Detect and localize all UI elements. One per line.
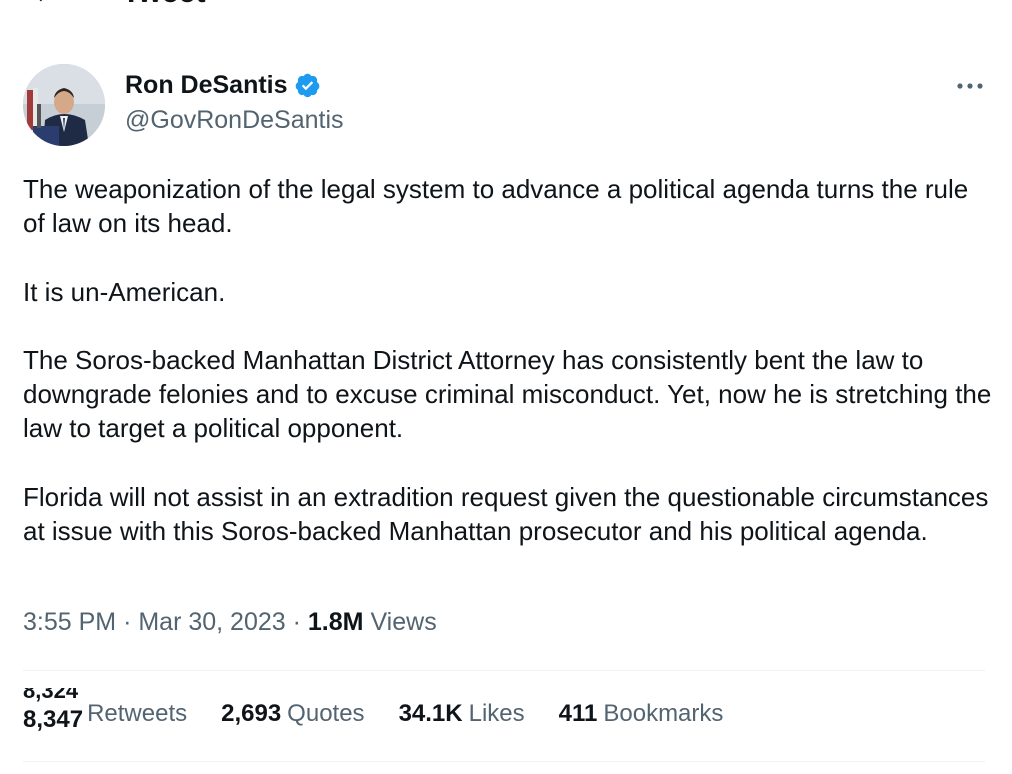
page-title: Tweet: [122, 0, 206, 10]
tweet-paragraph: Florida will not assist in an extraditio…: [23, 481, 989, 546]
tweet-date[interactable]: Mar 30, 2023: [138, 608, 285, 636]
avatar[interactable]: [23, 64, 105, 146]
likes-stat[interactable]: 34.1K Likes: [399, 700, 525, 728]
author-display-name[interactable]: Ron DeSantis: [125, 71, 288, 100]
divider: [23, 761, 985, 762]
tweet-time[interactable]: 3:55 PM: [23, 608, 116, 636]
likes-count: 34.1K: [398, 700, 463, 727]
views-label: Views: [370, 608, 437, 636]
tweet-meta: 3:55 PM · Mar 30, 2023 · 1.8M Views: [23, 608, 437, 637]
retweets-count: 8,347: [23, 706, 84, 733]
verified-badge-icon: [295, 73, 319, 98]
back-arrow-icon[interactable]: [28, 0, 58, 8]
tweet-text: The weaponization of the legal system to…: [23, 172, 993, 548]
retweets-stat[interactable]: 8,324 8,347 Retweets: [23, 688, 188, 733]
meta-separator: ·: [123, 608, 132, 636]
author-handle[interactable]: @GovRonDeSantis: [125, 106, 344, 135]
likes-label: Likes: [468, 700, 525, 727]
tweet-paragraph: The Soros-backed Manhattan District Atto…: [23, 344, 992, 444]
avatar-photo: [23, 64, 105, 146]
retweets-count-previous: 8,324: [23, 678, 79, 703]
engagement-stats: 8,324 8,347 Retweets 2,693 Quotes 34.1K …: [23, 688, 757, 733]
views-count: 1.8M: [307, 608, 364, 636]
bookmarks-label: Bookmarks: [603, 700, 724, 727]
quotes-count: 2,693: [221, 700, 282, 727]
quotes-stat[interactable]: 2,693 Quotes: [221, 700, 364, 728]
divider: [23, 670, 985, 671]
tweet-paragraph: The weaponization of the legal system to…: [23, 174, 969, 239]
bookmarks-stat[interactable]: 411 Bookmarks: [559, 700, 724, 728]
more-options-icon[interactable]: [954, 76, 986, 96]
top-bar: Tweet: [0, 0, 1012, 14]
retweets-count-animated: 8,324 8,347: [23, 688, 83, 733]
tweet-paragraph: It is un-American.: [23, 276, 226, 307]
author-name-row: Ron DeSantis: [125, 71, 321, 100]
meta-separator: ·: [292, 608, 301, 636]
quotes-label: Quotes: [287, 700, 365, 727]
retweets-label: Retweets: [87, 700, 188, 727]
bookmarks-count: 411: [558, 700, 598, 727]
